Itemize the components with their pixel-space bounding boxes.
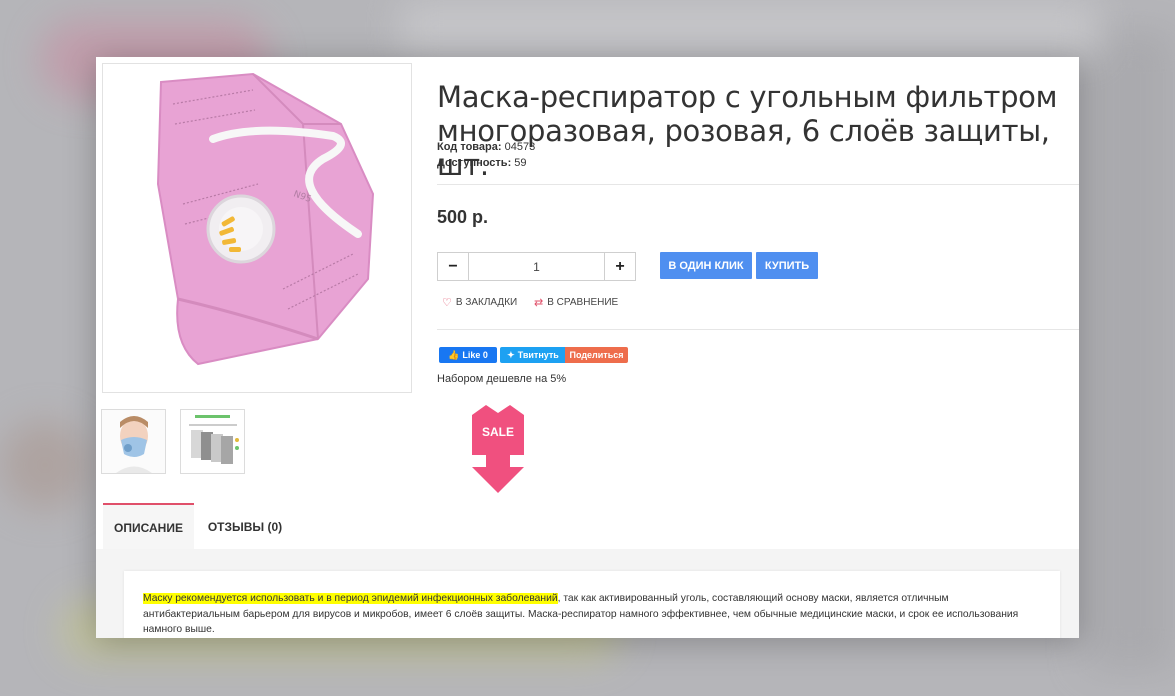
- buy-button[interactable]: КУПИТЬ: [756, 252, 818, 279]
- plus-icon[interactable]: +: [604, 253, 635, 280]
- tab-reviews[interactable]: ОТЗЫВЫ (0): [204, 505, 286, 549]
- thumbnail-layers-diagram[interactable]: [180, 409, 245, 474]
- compare-arrows-icon: ⇄: [534, 297, 544, 309]
- minus-icon[interactable]: −: [438, 253, 469, 280]
- bookmark-label: В ЗАКЛАДКИ: [455, 297, 518, 308]
- facebook-like-label: Like 0: [462, 350, 488, 360]
- product-main-image[interactable]: N95: [102, 63, 412, 393]
- product-panel: N95 Маска-респиратор с угольным фильтром…: [96, 57, 1079, 638]
- divider: [437, 329, 1079, 330]
- tab-description[interactable]: ОПИСАНИЕ: [103, 503, 194, 551]
- twitter-tweet-button[interactable]: ✦ Твитнуть: [500, 347, 566, 363]
- share-button[interactable]: Поделиться: [565, 347, 628, 363]
- product-title: Маска-респиратор с угольным фильтром мно…: [437, 80, 1058, 183]
- share-label: Поделиться: [569, 350, 624, 360]
- thumbs-up-icon: 👍: [448, 349, 460, 360]
- quantity-input[interactable]: [469, 253, 604, 280]
- sku-row: Код товара: 04573: [437, 141, 535, 153]
- tabs-bar: ОПИСАНИЕ ОТЗЫВЫ (0): [96, 503, 1079, 551]
- highlighted-text: Маску рекомендуется использовать и в пер…: [143, 593, 558, 604]
- bundle-discount-note: Набором дешевле на 5%: [437, 373, 567, 385]
- compare-label: В СРАВНЕНИЕ: [547, 297, 619, 308]
- description-text: Маску рекомендуется использовать и в пер…: [143, 591, 1043, 638]
- bookmark-link[interactable]: ♡ В ЗАКЛАДКИ: [442, 296, 517, 309]
- sku-label: Код товара:: [437, 141, 502, 153]
- quantity-stepper: − +: [437, 252, 636, 281]
- twitter-bird-icon: ✦: [507, 349, 515, 360]
- description-area: Маску рекомендуется использовать и в пер…: [96, 549, 1079, 638]
- divider: [437, 184, 1079, 185]
- availability-label: Доступность:: [437, 157, 512, 169]
- sku-value: 04573: [504, 141, 536, 153]
- product-price: 500 р.: [437, 207, 489, 227]
- sale-badge-label: SALE: [482, 425, 514, 439]
- one-click-buy-button[interactable]: В ОДИН КЛИК: [660, 252, 752, 279]
- availability-row: Доступность: 59: [437, 157, 527, 169]
- heart-icon: ♡: [442, 297, 452, 309]
- description-card: Маску рекомендуется использовать и в пер…: [124, 571, 1060, 638]
- compare-link[interactable]: ⇄ В СРАВНЕНИЕ: [534, 296, 618, 309]
- availability-value: 59: [514, 157, 527, 169]
- twitter-label: Твитнуть: [517, 350, 559, 360]
- facebook-like-button[interactable]: 👍 Like 0: [439, 347, 497, 363]
- thumbnail-person-mask[interactable]: [101, 409, 166, 474]
- sale-badge: SALE: [472, 405, 524, 493]
